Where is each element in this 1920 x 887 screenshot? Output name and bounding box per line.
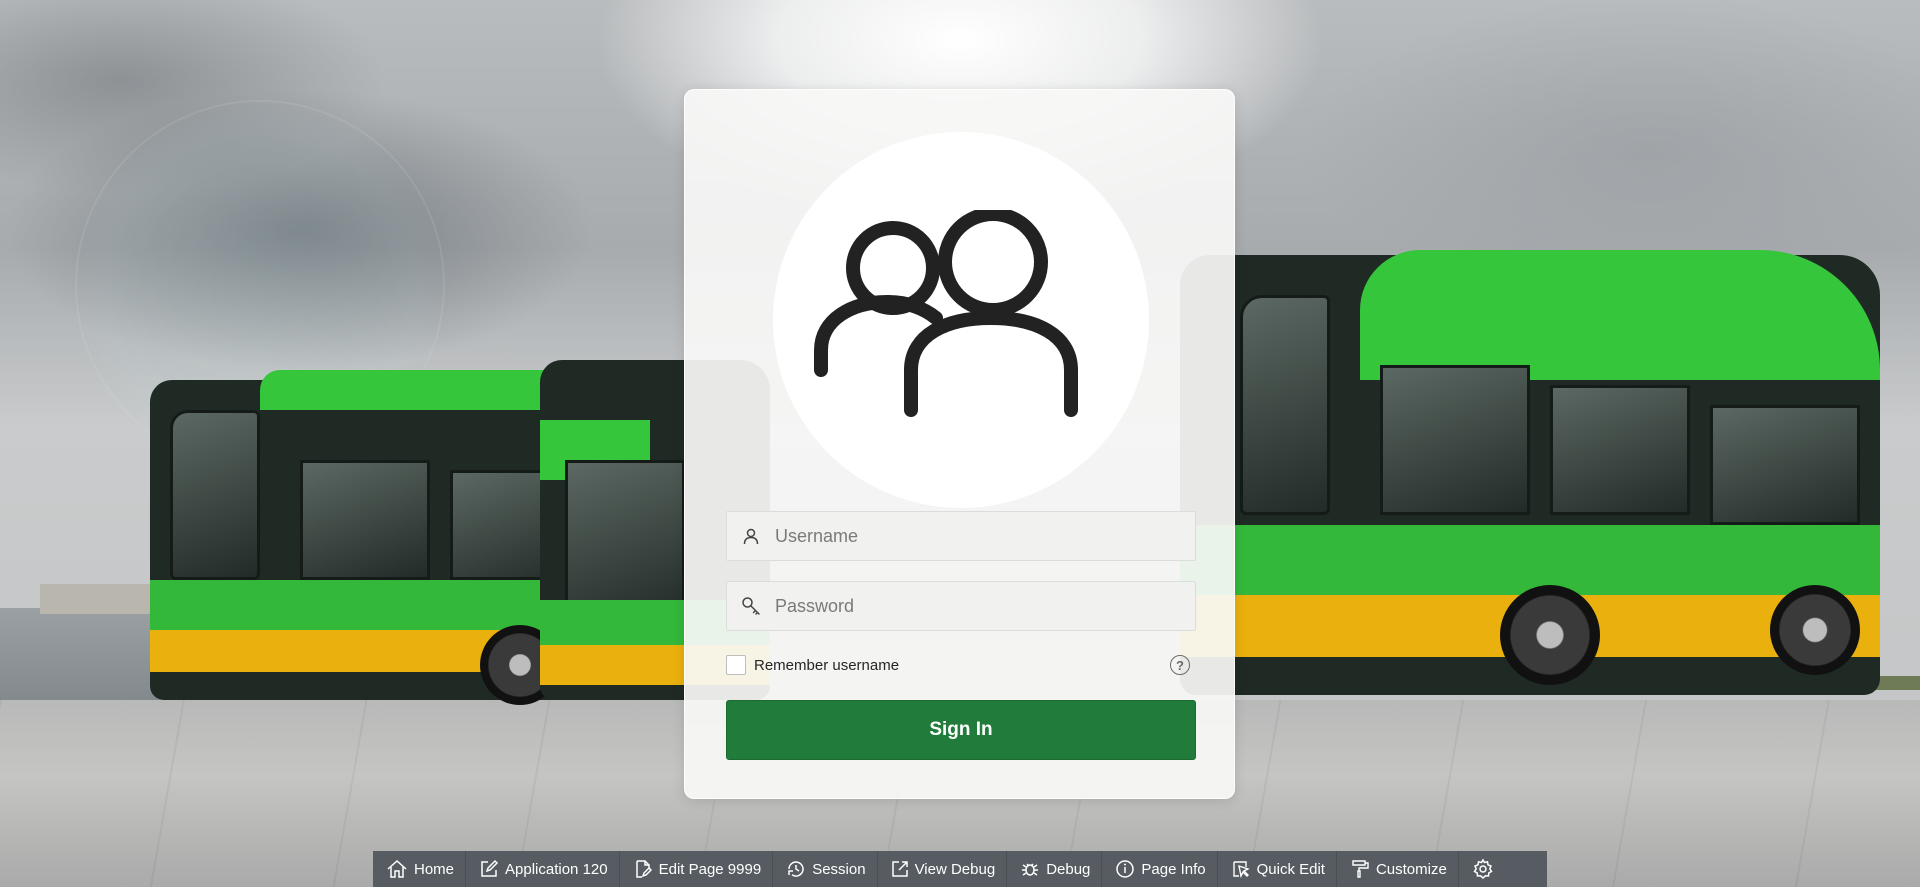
paint-roller-icon (1352, 860, 1369, 878)
bug-icon (1022, 863, 1039, 876)
password-input[interactable] (775, 582, 1195, 630)
toolbar-application[interactable]: Application 120 (466, 851, 620, 887)
toolbar-debug-label: Debug (1046, 860, 1091, 878)
toolbar-application-label: Application 120 (505, 860, 608, 878)
toolbar-settings[interactable] (1459, 851, 1505, 887)
toolbar-page-info-label: Page Info (1141, 860, 1206, 878)
home-icon (387, 859, 407, 878)
session-icon (788, 861, 804, 877)
toolbar-session-label: Session (812, 860, 866, 878)
bus-left (150, 370, 590, 705)
sign-in-button[interactable]: Sign In (726, 700, 1196, 760)
users-icon (814, 210, 1078, 417)
username-field[interactable] (726, 511, 1196, 561)
toolbar-customize[interactable]: Customize (1337, 851, 1459, 887)
toolbar-quick-edit[interactable]: Quick Edit (1218, 851, 1337, 887)
toolbar-page-info[interactable]: Page Info (1102, 851, 1218, 887)
remember-checkbox[interactable] (726, 655, 746, 675)
toolbar-session[interactable]: Session (773, 851, 878, 887)
toolbar-edit-page-label: Edit Page 9999 (658, 860, 762, 878)
toolbar-view-debug[interactable]: View Debug (878, 851, 1008, 887)
toolbar-home[interactable]: Home (373, 851, 467, 887)
login-card: Remember username ? Sign In (684, 89, 1235, 799)
info-icon (1116, 860, 1135, 878)
toolbar-customize-label: Customize (1375, 860, 1447, 878)
gear-icon (1473, 858, 1493, 879)
toolbar-view-debug-label: View Debug (914, 860, 996, 878)
help-icon[interactable]: ? (1170, 655, 1190, 675)
user-icon (727, 512, 775, 560)
toolbar-home-label: Home (414, 860, 455, 878)
password-field[interactable] (726, 581, 1196, 631)
edit-page-icon (635, 860, 652, 878)
remember-username: Remember username (726, 655, 899, 675)
key-icon (727, 582, 775, 630)
username-input[interactable] (775, 512, 1195, 560)
bus-right (1180, 250, 1880, 695)
toolbar-edit-page[interactable]: Edit Page 9999 (620, 851, 774, 887)
quick-edit-icon (1232, 861, 1250, 879)
developer-toolbar: Home Application 120 Edit Page 9999 Sess… (373, 851, 1547, 887)
remember-label: Remember username (754, 656, 900, 674)
users-avatar (773, 132, 1149, 508)
toolbar-quick-edit-label: Quick Edit (1256, 860, 1325, 878)
edit-icon (481, 859, 499, 877)
toolbar-debug[interactable]: Debug (1007, 851, 1103, 887)
view-debug-icon (891, 861, 908, 877)
